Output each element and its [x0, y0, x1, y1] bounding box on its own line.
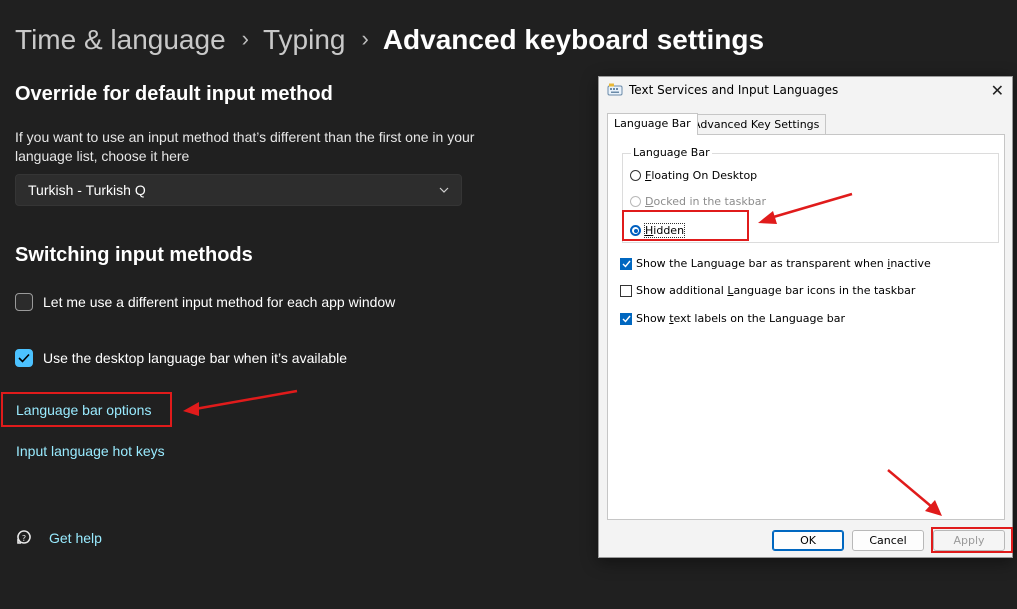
per-app-input-checkbox-row[interactable]: Let me use a different input method for …: [15, 293, 395, 311]
get-help-row[interactable]: ? Get help: [15, 529, 102, 547]
breadcrumb: Time & language › Typing › Advanced keyb…: [15, 20, 764, 60]
cancel-button[interactable]: Cancel: [852, 530, 924, 551]
radio-docked-label: Docked in the taskbar: [645, 195, 766, 208]
radio-floating-label: Floating On Desktop: [645, 169, 758, 182]
dropdown-value: Turkish - Turkish Q: [28, 182, 146, 198]
svg-text:?: ?: [22, 534, 26, 543]
transparent-checkbox-row[interactable]: Show the Language bar as transparent whe…: [620, 257, 931, 270]
transparent-checkbox[interactable]: [620, 257, 632, 270]
additional-icons-checkbox-row[interactable]: Show additional Language bar icons in th…: [620, 284, 915, 297]
annotation-arrow-icon: [758, 192, 853, 224]
per-app-input-checkbox[interactable]: [15, 293, 33, 311]
dialog-title: Text Services and Input Languages: [629, 83, 839, 97]
chevron-right-icon: ›: [241, 26, 249, 51]
close-icon[interactable]: ✕: [991, 81, 1004, 100]
keyboard-icon: [607, 83, 623, 97]
tab-advanced-key-settings[interactable]: Advanced Key Settings: [686, 114, 827, 134]
radio-floating-row[interactable]: Floating On Desktop: [630, 169, 757, 182]
chevron-right-icon: ›: [361, 26, 369, 51]
text-labels-checkbox[interactable]: [620, 312, 632, 325]
text-labels-label: Show text labels on the Language bar: [636, 312, 846, 325]
page-title: Advanced keyboard settings: [382, 24, 765, 55]
desktop-language-bar-checkbox[interactable]: [15, 349, 33, 367]
annotation-arrow-icon: [887, 469, 942, 516]
chevron-down-icon: [439, 184, 449, 196]
per-app-input-label: Let me use a different input method for …: [43, 294, 396, 310]
text-services-dialog: Text Services and Input Languages ✕ Lang…: [598, 76, 1013, 558]
radio-docked: [630, 196, 641, 207]
additional-icons-checkbox[interactable]: [620, 284, 632, 297]
annotation-highlight-box: [622, 210, 749, 241]
groupbox-label: Language Bar: [631, 146, 712, 159]
ok-button[interactable]: OK: [772, 530, 844, 551]
desktop-language-bar-checkbox-row[interactable]: Use the desktop language bar when it’s a…: [15, 349, 347, 367]
radio-docked-row: Docked in the taskbar: [630, 195, 766, 208]
breadcrumb-typing[interactable]: Typing: [263, 24, 346, 56]
text-labels-checkbox-row[interactable]: Show text labels on the Language bar: [620, 312, 845, 325]
desktop-language-bar-label: Use the desktop language bar when it’s a…: [43, 350, 348, 366]
annotation-arrow-icon: [183, 389, 298, 416]
help-icon: ?: [15, 529, 33, 547]
tab-language-bar[interactable]: Language Bar: [607, 113, 698, 135]
language-bar-options-link[interactable]: Language bar options: [16, 402, 151, 418]
radio-floating[interactable]: [630, 170, 641, 181]
override-heading: Override for default input method: [15, 83, 333, 105]
breadcrumb-time-language[interactable]: Time & language: [15, 24, 226, 56]
checkmark-icon: [18, 353, 30, 363]
dialog-titlebar: Text Services and Input Languages: [607, 83, 838, 97]
get-help-link[interactable]: Get help: [49, 530, 102, 546]
input-language-hot-keys-link[interactable]: Input language hot keys: [16, 443, 165, 459]
override-description: If you want to use an input method that’…: [15, 129, 475, 164]
transparent-label: Show the Language bar as transparent whe…: [636, 257, 931, 270]
switching-heading: Switching input methods: [15, 244, 253, 266]
input-method-dropdown[interactable]: Turkish - Turkish Q: [15, 174, 462, 206]
additional-icons-label: Show additional Language bar icons in th…: [636, 284, 916, 297]
annotation-highlight-box: [931, 527, 1013, 553]
